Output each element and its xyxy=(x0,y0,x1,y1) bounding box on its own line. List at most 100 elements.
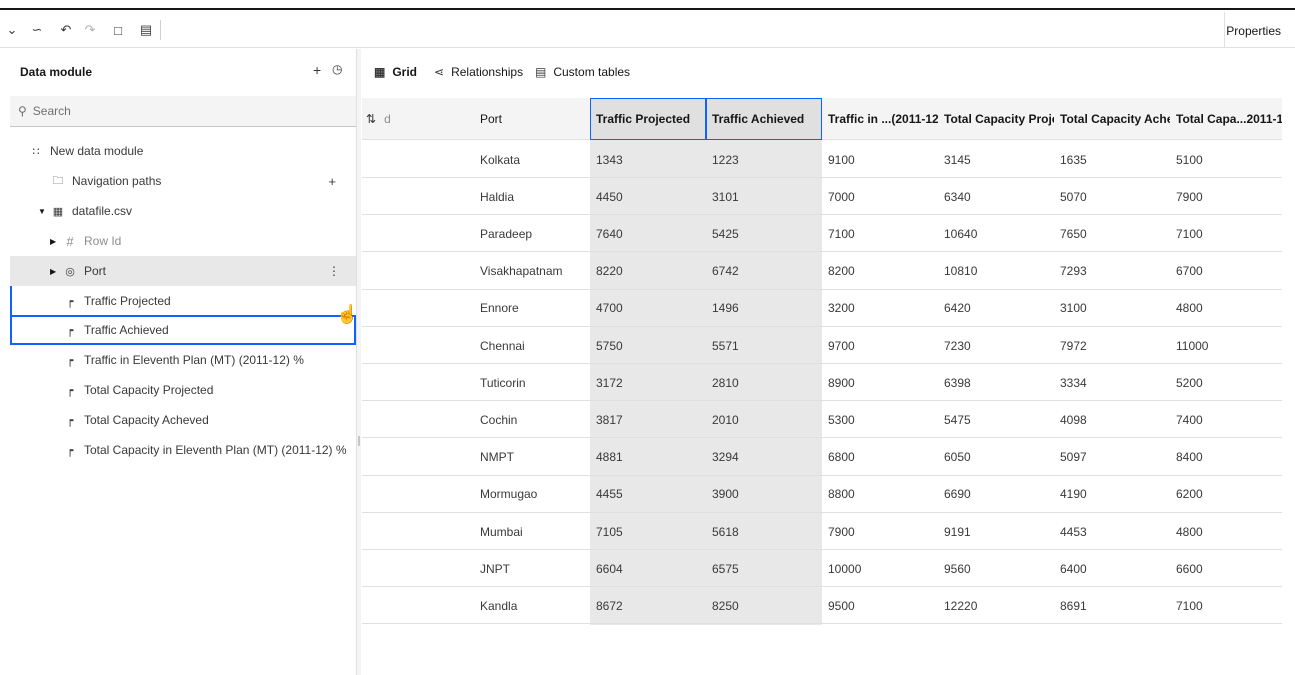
cell-total-capacity-eleventh[interactable]: 4800 xyxy=(1170,513,1282,550)
cell-traffic-achieved[interactable]: 6575 xyxy=(706,550,822,587)
add-icon[interactable]: + xyxy=(313,62,321,78)
cell-traffic-achieved[interactable]: 6742 xyxy=(706,253,822,290)
cell-port[interactable]: Paradeep xyxy=(474,215,590,252)
cell-total-capacity-eleventh[interactable]: 7400 xyxy=(1170,401,1282,438)
cell-total-capacity-projected[interactable]: 6690 xyxy=(938,476,1054,513)
cell-total-capacity-projected[interactable]: 6420 xyxy=(938,290,1054,327)
sort-header[interactable]: ⇅ d xyxy=(362,98,472,140)
table-row[interactable]: Visakhapatnam 8220 6742 8200 10810 7293 6700 xyxy=(362,253,1282,290)
column-header-total-capacity-eleventh[interactable]: Total Capa...2011-12) % xyxy=(1170,98,1282,140)
tree-item-total-capacity-eleventh-plan[interactable]: ┍ Total Capacity in Eleventh Plan (MT) (… xyxy=(10,435,356,465)
tree-item-port[interactable]: ▶ ◎ Port ⋮ xyxy=(10,256,356,286)
cell-port[interactable]: NMPT xyxy=(474,439,590,476)
add-navigation-path-icon[interactable]: + xyxy=(328,174,336,189)
cell-port[interactable]: Mumbai xyxy=(474,513,590,550)
cell-total-capacity-projected[interactable]: 9191 xyxy=(938,513,1054,550)
panel-splitter[interactable] xyxy=(357,49,361,675)
cell-total-capacity-projected[interactable]: 9560 xyxy=(938,550,1054,587)
undo-icon[interactable]: ↶ xyxy=(56,20,76,40)
cell-traffic-projected[interactable]: 4700 xyxy=(590,290,706,327)
cell-total-capacity-projected[interactable]: 12220 xyxy=(938,587,1054,624)
tab-custom-tables[interactable]: ▤ Custom tables xyxy=(535,65,630,79)
cell-port[interactable]: Chennai xyxy=(474,327,590,364)
cell-total-capacity-acheved[interactable]: 4190 xyxy=(1054,476,1170,513)
cell-total-capacity-eleventh[interactable]: 4800 xyxy=(1170,290,1282,327)
table-row[interactable]: Mumbai 7105 5618 7900 9191 4453 4800 xyxy=(362,513,1282,550)
cell-total-capacity-eleventh[interactable]: 5100 xyxy=(1170,141,1282,178)
cell-traffic-eleventh[interactable]: 10000 xyxy=(822,550,938,587)
cell-total-capacity-acheved[interactable]: 7293 xyxy=(1054,253,1170,290)
validate-icon[interactable]: ▤ xyxy=(136,20,156,40)
table-row[interactable]: Kolkata 1343 1223 9100 3145 1635 5100 xyxy=(362,141,1282,178)
cell-total-capacity-acheved[interactable]: 7972 xyxy=(1054,327,1170,364)
cell-total-capacity-acheved[interactable]: 6400 xyxy=(1054,550,1170,587)
cell-total-capacity-acheved[interactable]: 3100 xyxy=(1054,290,1170,327)
cell-traffic-achieved[interactable]: 2810 xyxy=(706,364,822,401)
splitter-grip[interactable] xyxy=(358,436,360,446)
cell-traffic-achieved[interactable]: 5618 xyxy=(706,513,822,550)
cell-total-capacity-acheved[interactable]: 4453 xyxy=(1054,513,1170,550)
cell-total-capacity-projected[interactable]: 10640 xyxy=(938,215,1054,252)
cell-total-capacity-eleventh[interactable]: 8400 xyxy=(1170,439,1282,476)
column-header-port[interactable]: Port xyxy=(474,98,590,140)
properties-button[interactable]: Properties xyxy=(1226,24,1281,38)
cell-traffic-projected[interactable]: 4450 xyxy=(590,178,706,215)
cell-total-capacity-acheved[interactable]: 7650 xyxy=(1054,215,1170,252)
cell-traffic-eleventh[interactable]: 3200 xyxy=(822,290,938,327)
cell-traffic-projected[interactable]: 6604 xyxy=(590,550,706,587)
cell-traffic-projected[interactable]: 8220 xyxy=(590,253,706,290)
table-row[interactable]: JNPT 6604 6575 10000 9560 6400 6600 xyxy=(362,550,1282,588)
tab-relationships[interactable]: ⋖ Relationships xyxy=(434,65,523,79)
cell-port[interactable]: Kandla xyxy=(474,587,590,624)
chevron-down-icon[interactable]: ⌄ xyxy=(2,20,22,40)
share-icon[interactable]: ∽ xyxy=(27,20,47,40)
table-row[interactable]: Kandla 8672 8250 9500 12220 8691 7100 xyxy=(362,587,1282,625)
tree-item-navigation-paths[interactable]: 🗀 Navigation paths + xyxy=(10,166,356,196)
tree-item-data-module[interactable]: ∷ New data module xyxy=(10,136,356,166)
cell-traffic-eleventh[interactable]: 5300 xyxy=(822,401,938,438)
cell-total-capacity-projected[interactable]: 6398 xyxy=(938,364,1054,401)
cell-total-capacity-eleventh[interactable]: 5200 xyxy=(1170,364,1282,401)
cell-traffic-eleventh[interactable]: 9100 xyxy=(822,141,938,178)
cell-traffic-achieved[interactable]: 1496 xyxy=(706,290,822,327)
cell-total-capacity-acheved[interactable]: 1635 xyxy=(1054,141,1170,178)
table-row[interactable]: Mormugao 4455 3900 8800 6690 4190 6200 xyxy=(362,476,1282,513)
tree-item-traffic-eleventh-plan[interactable]: ┍ Traffic in Eleventh Plan (MT) (2011-12… xyxy=(10,345,356,375)
cell-total-capacity-eleventh[interactable]: 7900 xyxy=(1170,178,1282,215)
cell-traffic-eleventh[interactable]: 8200 xyxy=(822,253,938,290)
cell-traffic-eleventh[interactable]: 8800 xyxy=(822,476,938,513)
cell-traffic-eleventh[interactable]: 7000 xyxy=(822,178,938,215)
tree-item-total-capacity-projected[interactable]: ┍ Total Capacity Projected xyxy=(10,375,356,405)
cell-traffic-eleventh[interactable]: 8900 xyxy=(822,364,938,401)
cell-port[interactable]: JNPT xyxy=(474,550,590,587)
cell-traffic-projected[interactable]: 1343 xyxy=(590,141,706,178)
cell-traffic-eleventh[interactable]: 9500 xyxy=(822,587,938,624)
cell-traffic-achieved[interactable]: 5425 xyxy=(706,215,822,252)
tree-item-datafile[interactable]: ▼ ▦ datafile.csv xyxy=(10,196,356,226)
cell-traffic-projected[interactable]: 5750 xyxy=(590,327,706,364)
cell-total-capacity-projected[interactable]: 5475 xyxy=(938,401,1054,438)
history-icon[interactable]: ◷ xyxy=(332,62,342,76)
table-row[interactable]: Ennore 4700 1496 3200 6420 3100 4800 xyxy=(362,290,1282,327)
cell-traffic-achieved[interactable]: 3101 xyxy=(706,178,822,215)
column-header-total-capacity-acheved[interactable]: Total Capacity Acheved xyxy=(1054,98,1170,140)
column-header-traffic-projected[interactable]: Traffic Projected xyxy=(590,98,706,140)
cell-traffic-projected[interactable]: 4881 xyxy=(590,439,706,476)
table-row[interactable]: Chennai 5750 5571 9700 7230 7972 11000 xyxy=(362,327,1282,364)
cell-port[interactable]: Mormugao xyxy=(474,476,590,513)
tab-grid[interactable]: ▦ Grid xyxy=(374,65,417,79)
cell-traffic-projected[interactable]: 4455 xyxy=(590,476,706,513)
sort-icon[interactable]: ⇅ xyxy=(366,112,376,126)
cell-total-capacity-eleventh[interactable]: 6700 xyxy=(1170,253,1282,290)
cell-traffic-projected[interactable]: 3172 xyxy=(590,364,706,401)
cell-port[interactable]: Tuticorin xyxy=(474,364,590,401)
cell-traffic-projected[interactable]: 3817 xyxy=(590,401,706,438)
tree-item-traffic-projected[interactable]: ┍ Traffic Projected xyxy=(10,286,356,316)
cell-traffic-eleventh[interactable]: 6800 xyxy=(822,439,938,476)
caret-right-icon[interactable]: ▶ xyxy=(50,267,62,276)
cell-total-capacity-acheved[interactable]: 3334 xyxy=(1054,364,1170,401)
table-row[interactable]: NMPT 4881 3294 6800 6050 5097 8400 xyxy=(362,439,1282,476)
tree-item-total-capacity-acheved[interactable]: ┍ Total Capacity Acheved xyxy=(10,405,356,435)
cell-total-capacity-acheved[interactable]: 5070 xyxy=(1054,178,1170,215)
cell-port[interactable]: Kolkata xyxy=(474,141,590,178)
